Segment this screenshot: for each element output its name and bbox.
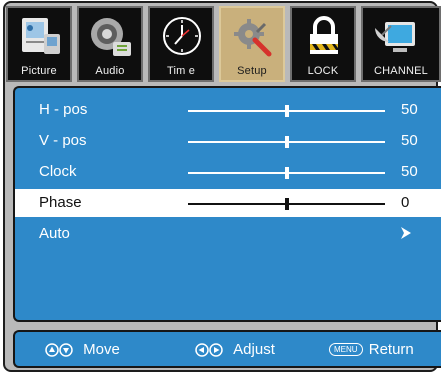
phase-slider[interactable] [188, 198, 385, 210]
setting-row-auto[interactable]: Auto [15, 220, 441, 248]
setting-value: 0 [401, 194, 410, 211]
menu-tab-bar: Picture Audio Tim e Setup LOCK CHANNEL [6, 6, 442, 82]
tools-icon [234, 19, 272, 57]
tab-channel[interactable]: CHANNEL [361, 6, 441, 82]
clock-icon [163, 17, 201, 55]
v-pos-slider[interactable] [188, 136, 385, 148]
tab-audio[interactable]: Audio [77, 6, 143, 82]
setting-label: Auto [39, 225, 70, 242]
lock-icon [310, 16, 338, 54]
tab-setup[interactable]: Setup [219, 6, 285, 82]
return-label: Return [368, 341, 414, 358]
setting-row-clock[interactable]: Clock 50 [15, 158, 441, 186]
menu-key-icon: MENU [329, 343, 363, 356]
setting-value: 50 [401, 132, 418, 149]
setup-settings-panel: H - pos 50 V - pos 50 Clock 50 Phase 0 A… [13, 86, 441, 322]
tab-label: Picture [21, 65, 57, 77]
navigation-hint-bar: Move Adjust MENU Return [13, 330, 441, 368]
tab-label: Audio [95, 65, 125, 77]
setting-row-v-pos[interactable]: V - pos 50 [15, 127, 441, 155]
setting-value: 50 [401, 163, 418, 180]
tab-lock[interactable]: LOCK [290, 6, 356, 82]
tab-label: Setup [237, 65, 267, 77]
picture-icon [22, 18, 60, 54]
tab-label: LOCK [307, 65, 339, 77]
setting-label: Clock [39, 163, 77, 180]
slider-knob[interactable] [284, 198, 289, 210]
slider-knob[interactable] [284, 167, 289, 179]
setting-value: 50 [401, 101, 418, 118]
satellite-icon [375, 22, 415, 52]
tab-label: Tim e [166, 65, 196, 77]
adjust-label: Adjust [233, 341, 275, 358]
setting-label: Phase [39, 194, 82, 211]
adjust-hint: Adjust [195, 341, 275, 358]
clock-slider[interactable] [188, 167, 385, 179]
h-pos-slider[interactable] [188, 105, 385, 117]
audio-icon [91, 18, 131, 56]
setting-row-h-pos[interactable]: H - pos 50 [15, 96, 441, 124]
tab-label: CHANNEL [374, 65, 428, 77]
left-right-arrows-icon [195, 343, 223, 357]
up-down-arrows-icon [45, 343, 73, 357]
setting-label: H - pos [39, 101, 88, 118]
move-label: Move [83, 341, 120, 358]
move-hint: Move [45, 341, 120, 358]
slider-knob[interactable] [284, 105, 289, 117]
tab-picture[interactable]: Picture [6, 6, 72, 82]
return-hint: MENU Return [329, 341, 414, 358]
arrow-right-icon[interactable] [399, 226, 413, 240]
setting-row-phase[interactable]: Phase 0 [15, 189, 441, 217]
tab-time[interactable]: Tim e [148, 6, 214, 82]
slider-knob[interactable] [284, 136, 289, 148]
setting-label: V - pos [39, 132, 87, 149]
